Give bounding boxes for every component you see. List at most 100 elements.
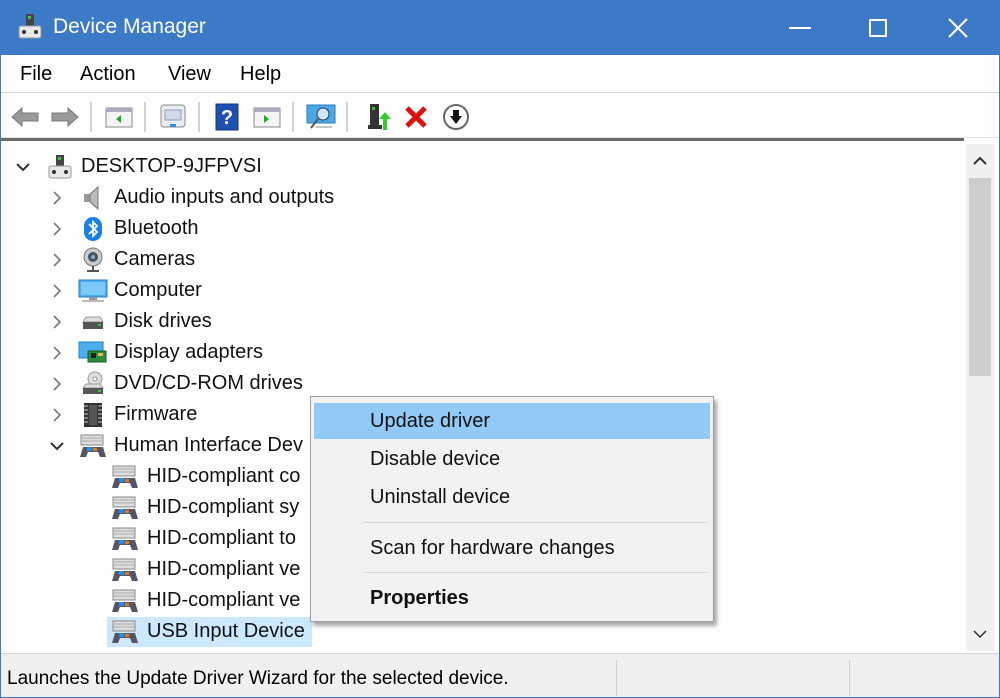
tree-item-disk-drives[interactable]: Disk drives: [1, 307, 701, 337]
show-hide-console-tree-button[interactable]: [104, 102, 134, 132]
device-manager-window: Device Manager File Action View Help ? D…: [0, 0, 1000, 698]
menu-item-label: Properties: [370, 587, 469, 609]
tree-item-computer[interactable]: Computer: [1, 276, 701, 306]
chevron-right-icon[interactable]: [49, 252, 65, 268]
scroll-down-button[interactable]: [966, 617, 994, 651]
scan-hardware-button[interactable]: [306, 102, 336, 132]
tree-item-label: Cameras: [114, 248, 196, 270]
disable-device-button[interactable]: [441, 102, 471, 132]
menu-item-label: Disable device: [370, 448, 501, 470]
tree-item-label: Audio inputs and outputs: [114, 186, 335, 208]
show-hide-action-pane-button[interactable]: [252, 102, 282, 132]
webcam-icon: [83, 247, 103, 272]
speaker-icon: [84, 185, 99, 211]
menu-help[interactable]: Help: [240, 63, 281, 86]
maximize-button[interactable]: [839, 1, 917, 55]
chevron-down-icon[interactable]: [15, 159, 31, 175]
menu-view[interactable]: View: [168, 63, 211, 86]
tree-item-label: Disk drives: [114, 310, 212, 332]
display-adapter-icon: [78, 341, 107, 363]
tree-item-cameras[interactable]: Cameras: [1, 245, 701, 275]
tree-item-label: Firmware: [114, 403, 198, 425]
chevron-right-icon[interactable]: [49, 190, 65, 206]
context-menu-update-driver[interactable]: Update driver: [314, 403, 710, 439]
context-menu-properties[interactable]: Properties: [314, 580, 710, 616]
chevron-right-icon[interactable]: [49, 376, 65, 392]
menu-file[interactable]: File: [20, 63, 52, 86]
menu-item-label: Scan for hardware changes: [370, 537, 615, 559]
device-manager-app-icon: [18, 14, 42, 39]
toolbar: ?: [1, 94, 999, 138]
toolbar-separator: [144, 102, 146, 132]
tree-item-label: Human Interface Dev: [114, 434, 303, 456]
update-driver-button[interactable]: [364, 102, 394, 132]
tree-item-label: HID-compliant ve: [147, 558, 301, 580]
minimize-icon: [789, 27, 811, 29]
menu-action[interactable]: Action: [80, 63, 136, 86]
back-button[interactable]: [10, 102, 40, 132]
status-pane-divider: [616, 660, 617, 696]
hid-icon: [112, 620, 138, 643]
tree-root-desktop[interactable]: DESKTOP-9JFPVSI: [1, 152, 701, 182]
scan-hardware-icon: [306, 104, 336, 129]
tree-item-label: USB Input Device: [147, 620, 305, 642]
help-button[interactable]: ?: [212, 102, 242, 132]
tree-item-display-adapters[interactable]: Display adapters: [1, 338, 701, 368]
toolbar-separator: [90, 102, 92, 132]
tree-root-label: DESKTOP-9JFPVSI: [81, 155, 262, 177]
scrollbar-thumb[interactable]: [969, 178, 991, 376]
status-text: Launches the Update Driver Wizard for th…: [7, 668, 509, 689]
tree-item-label: Display adapters: [114, 341, 263, 363]
firmware-chip-icon: [84, 403, 102, 427]
menu-bar: File Action View Help: [1, 55, 999, 93]
maximize-icon: [869, 19, 887, 37]
title-bar[interactable]: Device Manager: [1, 1, 999, 55]
properties-button[interactable]: [158, 102, 188, 132]
uninstall-device-button[interactable]: [401, 102, 431, 132]
computer-root-icon: [48, 155, 72, 179]
context-menu-disable-device[interactable]: Disable device: [314, 441, 710, 477]
show-hide-action-pane-icon: [253, 107, 281, 128]
menu-item-label: Uninstall device: [370, 486, 511, 508]
minimize-button[interactable]: [761, 1, 839, 55]
monitor-icon: [78, 279, 108, 302]
tree-item-dvd-drives[interactable]: DVD/CD-ROM drives: [1, 369, 701, 399]
chevron-right-icon[interactable]: [49, 283, 65, 299]
hid-icon: [112, 496, 138, 519]
back-arrow-icon: [11, 106, 39, 128]
tree-item-label: HID-compliant co: [147, 465, 301, 487]
forward-button[interactable]: [50, 102, 80, 132]
chevron-right-icon[interactable]: [49, 314, 65, 330]
update-driver-icon: [368, 104, 391, 130]
tree-item-label: Bluetooth: [114, 217, 199, 239]
tree-item-bluetooth[interactable]: Bluetooth: [1, 214, 701, 244]
hid-icon: [112, 589, 138, 612]
vertical-scrollbar[interactable]: [966, 144, 994, 651]
hid-icon: [112, 558, 138, 581]
toolbar-separator: [346, 102, 348, 132]
chevron-right-icon[interactable]: [49, 221, 65, 237]
chevron-right-icon[interactable]: [49, 407, 65, 423]
disable-device-icon: [443, 104, 469, 130]
tree-item-label: HID-compliant sy: [147, 496, 300, 518]
close-icon: [948, 18, 968, 38]
context-menu-separator: [363, 572, 707, 573]
context-menu-scan-hardware[interactable]: Scan for hardware changes: [314, 530, 710, 566]
chevron-down-icon: [973, 630, 987, 639]
toolbar-separator: [198, 102, 200, 132]
hid-icon: [112, 527, 138, 550]
chevron-down-icon[interactable]: [49, 438, 65, 454]
svg-text:?: ?: [221, 107, 233, 129]
bluetooth-icon: [84, 217, 102, 241]
hid-icon: [80, 434, 106, 457]
close-button[interactable]: [919, 1, 997, 55]
tree-item-label: Computer: [114, 279, 202, 301]
scroll-up-button[interactable]: [966, 144, 994, 178]
context-menu: Update driver Disable device Uninstall d…: [310, 396, 714, 622]
menu-item-label: Update driver: [370, 410, 491, 432]
context-menu-uninstall-device[interactable]: Uninstall device: [314, 479, 710, 515]
chevron-right-icon[interactable]: [49, 345, 65, 361]
chevron-up-icon: [973, 156, 987, 165]
tree-item-audio[interactable]: Audio inputs and outputs: [1, 183, 701, 213]
help-icon: ?: [215, 103, 239, 131]
